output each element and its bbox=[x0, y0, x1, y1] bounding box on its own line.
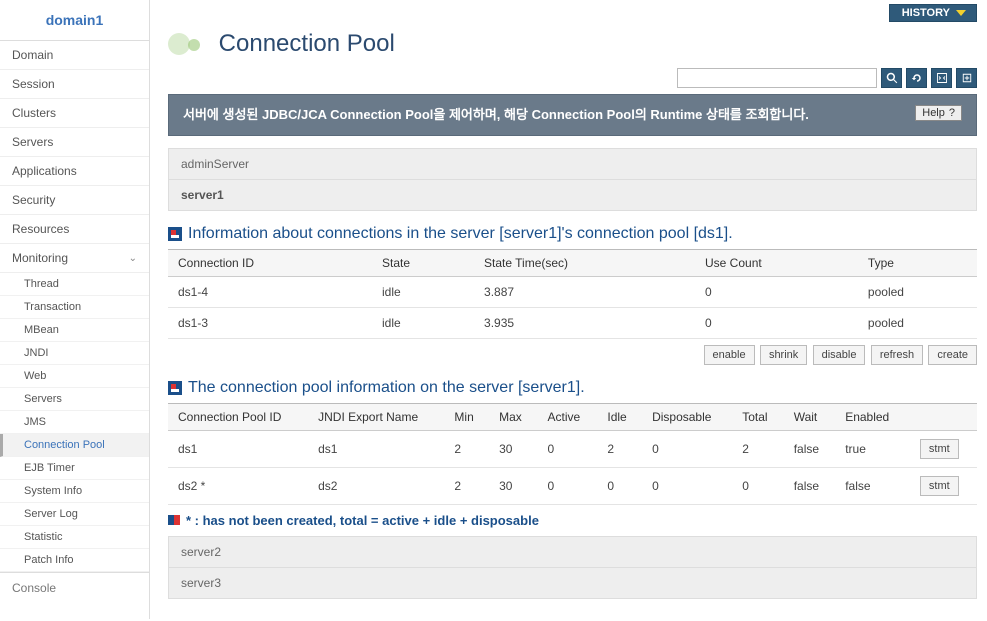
export-icon bbox=[961, 72, 973, 84]
th-type: Type bbox=[858, 249, 977, 276]
stmt-button[interactable]: stmt bbox=[920, 439, 959, 459]
footnote: * : has not been created, total = active… bbox=[168, 513, 977, 528]
console-label[interactable]: Console bbox=[0, 572, 149, 603]
section1-title: Information about connections in the ser… bbox=[168, 225, 977, 243]
help-banner: 서버에 생성된 JDBC/JCA Connection Pool을 제어하며, … bbox=[168, 94, 977, 136]
domain-title: domain1 bbox=[0, 0, 149, 41]
th-jndi: JNDI Export Name bbox=[308, 403, 444, 430]
th-wait: Wait bbox=[784, 403, 836, 430]
th-disposable: Disposable bbox=[642, 403, 732, 430]
th-enabled: Enabled bbox=[835, 403, 908, 430]
footnote-text: * : has not been created, total = active… bbox=[186, 513, 539, 528]
decorative-dots-icon bbox=[168, 33, 208, 57]
footnote-flag-icon bbox=[168, 515, 180, 525]
subnav-item-mbean[interactable]: MBean bbox=[0, 319, 149, 342]
th-action bbox=[908, 403, 977, 430]
search-input[interactable] bbox=[677, 68, 877, 88]
subnav-item-statistic[interactable]: Statistic bbox=[0, 526, 149, 549]
xml-icon bbox=[936, 72, 948, 84]
page-title: Connection Pool bbox=[168, 30, 977, 58]
main-content: HISTORY Connection Pool 서버에 생성된 JDBC/JCA… bbox=[150, 0, 987, 619]
nav-item-monitoring[interactable]: Monitoring ⌄ bbox=[0, 244, 149, 273]
section2-title: The connection pool information on the s… bbox=[168, 379, 977, 397]
history-label: HISTORY bbox=[902, 7, 950, 19]
refresh-icon bbox=[911, 72, 923, 84]
connections-table: Connection ID State State Time(sec) Use … bbox=[168, 249, 977, 339]
subnav-item-web[interactable]: Web bbox=[0, 365, 149, 388]
server-row-server2[interactable]: server2 bbox=[168, 536, 977, 568]
nav-item-clusters[interactable]: Clusters bbox=[0, 99, 149, 128]
banner-text: 서버에 생성된 JDBC/JCA Connection Pool을 제어하며, … bbox=[183, 105, 915, 125]
history-button[interactable]: HISTORY bbox=[889, 4, 977, 22]
search-button[interactable] bbox=[881, 68, 902, 88]
shrink-button[interactable]: shrink bbox=[760, 345, 807, 365]
section-flag-icon bbox=[168, 381, 182, 395]
searchbar bbox=[168, 68, 977, 88]
help-label: Help bbox=[922, 107, 945, 119]
nav-item-applications[interactable]: Applications bbox=[0, 157, 149, 186]
subnav-item-thread[interactable]: Thread bbox=[0, 273, 149, 296]
subnav-list: Thread Transaction MBean JNDI Web Server… bbox=[0, 273, 149, 572]
server-row-server1[interactable]: server1 bbox=[168, 180, 977, 211]
xml-export-button[interactable] bbox=[931, 68, 952, 88]
th-total: Total bbox=[732, 403, 784, 430]
nav-item-security[interactable]: Security bbox=[0, 186, 149, 215]
th-connection-id: Connection ID bbox=[168, 249, 372, 276]
th-state: State bbox=[372, 249, 474, 276]
pool-info-table: Connection Pool ID JNDI Export Name Min … bbox=[168, 403, 977, 505]
enable-button[interactable]: enable bbox=[704, 345, 755, 365]
th-use-count: Use Count bbox=[695, 249, 858, 276]
section-flag-icon bbox=[168, 227, 182, 241]
nav-monitoring-label: Monitoring bbox=[12, 251, 68, 265]
subnav-item-server-log[interactable]: Server Log bbox=[0, 503, 149, 526]
sidebar: domain1 Domain Session Clusters Servers … bbox=[0, 0, 150, 619]
table-row: ds2 * ds2 2 30 0 0 0 0 false false stmt bbox=[168, 467, 977, 504]
chevron-down-icon: ⌄ bbox=[129, 253, 137, 264]
table-row: ds1-4 idle 3.887 0 pooled bbox=[168, 276, 977, 307]
subnav-item-patch-info[interactable]: Patch Info bbox=[0, 549, 149, 572]
help-button[interactable]: Help ? bbox=[915, 105, 962, 121]
nav-list: Domain Session Clusters Servers Applicat… bbox=[0, 41, 149, 273]
subnav-item-servers[interactable]: Servers bbox=[0, 388, 149, 411]
subnav-item-jms[interactable]: JMS bbox=[0, 411, 149, 434]
server-row-server3[interactable]: server3 bbox=[168, 568, 977, 599]
th-pool-id: Connection Pool ID bbox=[168, 403, 308, 430]
nav-item-servers[interactable]: Servers bbox=[0, 128, 149, 157]
th-active: Active bbox=[538, 403, 598, 430]
server-row-admin[interactable]: adminServer bbox=[168, 148, 977, 180]
nav-item-domain[interactable]: Domain bbox=[0, 41, 149, 70]
topbar: HISTORY bbox=[168, 0, 977, 28]
th-state-time: State Time(sec) bbox=[474, 249, 695, 276]
refresh-button[interactable] bbox=[906, 68, 927, 88]
subnav-item-jndi[interactable]: JNDI bbox=[0, 342, 149, 365]
subnav-item-ejb-timer[interactable]: EJB Timer bbox=[0, 457, 149, 480]
th-max: Max bbox=[489, 403, 537, 430]
section2-title-text: The connection pool information on the s… bbox=[188, 379, 585, 397]
search-icon bbox=[886, 72, 898, 84]
export-button[interactable] bbox=[956, 68, 977, 88]
stmt-button[interactable]: stmt bbox=[920, 476, 959, 496]
section1-title-text: Information about connections in the ser… bbox=[188, 225, 733, 243]
question-icon: ? bbox=[949, 107, 955, 119]
th-min: Min bbox=[444, 403, 489, 430]
create-button[interactable]: create bbox=[928, 345, 977, 365]
subnav-item-system-info[interactable]: System Info bbox=[0, 480, 149, 503]
th-idle: Idle bbox=[597, 403, 642, 430]
subnav-item-connection-pool[interactable]: Connection Pool bbox=[0, 434, 149, 457]
subnav-item-transaction[interactable]: Transaction bbox=[0, 296, 149, 319]
pool-action-row: enable shrink disable refresh create bbox=[168, 345, 977, 365]
nav-item-session[interactable]: Session bbox=[0, 70, 149, 99]
table-row: ds1-3 idle 3.935 0 pooled bbox=[168, 307, 977, 338]
disable-button[interactable]: disable bbox=[813, 345, 866, 365]
nav-item-resources[interactable]: Resources bbox=[0, 215, 149, 244]
page-title-text: Connection Pool bbox=[219, 30, 395, 57]
refresh-button[interactable]: refresh bbox=[871, 345, 923, 365]
chevron-down-icon bbox=[956, 8, 966, 18]
table-row: ds1 ds1 2 30 0 2 0 2 false true stmt bbox=[168, 430, 977, 467]
